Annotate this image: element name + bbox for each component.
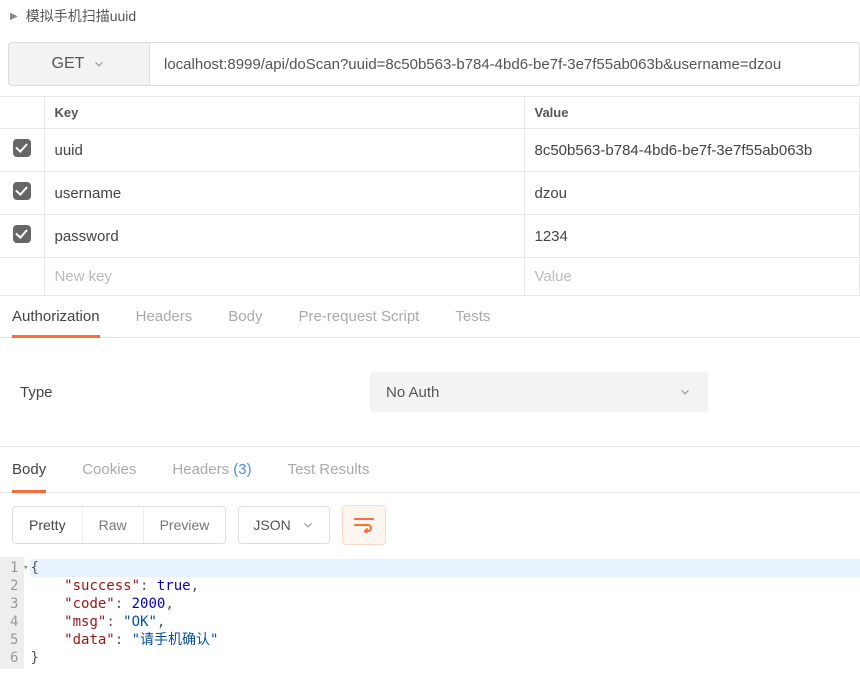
http-method-select[interactable]: GET [8,42,150,86]
params-table: Key Value uuid8c50b563-b784-4bd6-be7f-3e… [0,96,860,296]
row-checkbox[interactable] [13,225,31,243]
tab-body[interactable]: Body [12,461,46,493]
param-key-cell[interactable]: username [44,172,524,215]
tab-test-results[interactable]: Test Results [288,461,370,492]
param-key-cell[interactable]: uuid [44,129,524,172]
param-value-cell[interactable]: 8c50b563-b784-4bd6-be7f-3e7f55ab063b [524,129,860,172]
tab-pre-request-script[interactable]: Pre-request Script [298,308,419,337]
collapse-triangle-icon: ▶ [10,11,18,22]
response-format-label: JSON [253,517,290,533]
tab-headers[interactable]: Headers (3) [172,461,251,492]
auth-type-value: No Auth [386,384,439,401]
auth-type-label: Type [20,384,370,401]
row-checkbox[interactable] [13,182,31,200]
table-row: usernamedzou [0,172,860,215]
headers-count: (3) [233,461,251,478]
param-key-new[interactable]: New key [44,258,524,296]
url-input-wrapper [150,42,860,86]
response-body-viewer[interactable]: 123456 { "success": true, "code": 2000, … [0,557,860,669]
tab-tests[interactable]: Tests [455,308,490,337]
view-mode-pretty[interactable]: Pretty [13,507,82,543]
param-value-cell[interactable]: 1234 [524,215,860,258]
value-header: Value [524,97,860,129]
response-section-tabs: Body Cookies Headers (3) Test Results [0,447,860,493]
response-viewer-toolbar: PrettyRawPreview JSON [0,493,860,557]
view-mode-raw[interactable]: Raw [82,507,143,543]
tab-headers[interactable]: Headers [136,308,193,337]
chevron-down-icon [92,57,106,71]
auth-type-select[interactable]: No Auth [370,372,708,412]
param-key-cell[interactable]: password [44,215,524,258]
http-method-label: GET [52,55,85,73]
param-value-new[interactable]: Value [524,258,860,296]
chevron-down-icon [678,385,692,399]
request-url-row: GET [8,42,860,86]
request-section-tabs: Authorization Headers Body Pre-request Scri… [0,298,860,338]
request-name: 模拟手机扫描uuid [26,6,136,26]
checkbox-header [0,97,44,129]
response-format-select[interactable]: JSON [238,506,329,544]
view-mode-group: PrettyRawPreview [12,506,226,544]
authorization-panel: Type No Auth [0,338,860,446]
request-tab-title[interactable]: ▶ 模拟手机扫描uuid [0,0,860,32]
tab-authorization[interactable]: Authorization [12,308,100,338]
table-row: uuid8c50b563-b784-4bd6-be7f-3e7f55ab063b [0,129,860,172]
tab-cookies[interactable]: Cookies [82,461,136,492]
table-row-new: New keyValue [0,258,860,296]
url-input[interactable] [150,43,859,85]
param-value-cell[interactable]: dzou [524,172,860,215]
chevron-down-icon [301,518,315,532]
tab-body[interactable]: Body [228,308,262,337]
row-checkbox[interactable] [13,139,31,157]
key-header: Key [44,97,524,129]
table-row: password1234 [0,215,860,258]
wrap-lines-button[interactable] [342,505,386,545]
view-mode-preview[interactable]: Preview [143,507,226,543]
wrap-icon [354,517,374,533]
